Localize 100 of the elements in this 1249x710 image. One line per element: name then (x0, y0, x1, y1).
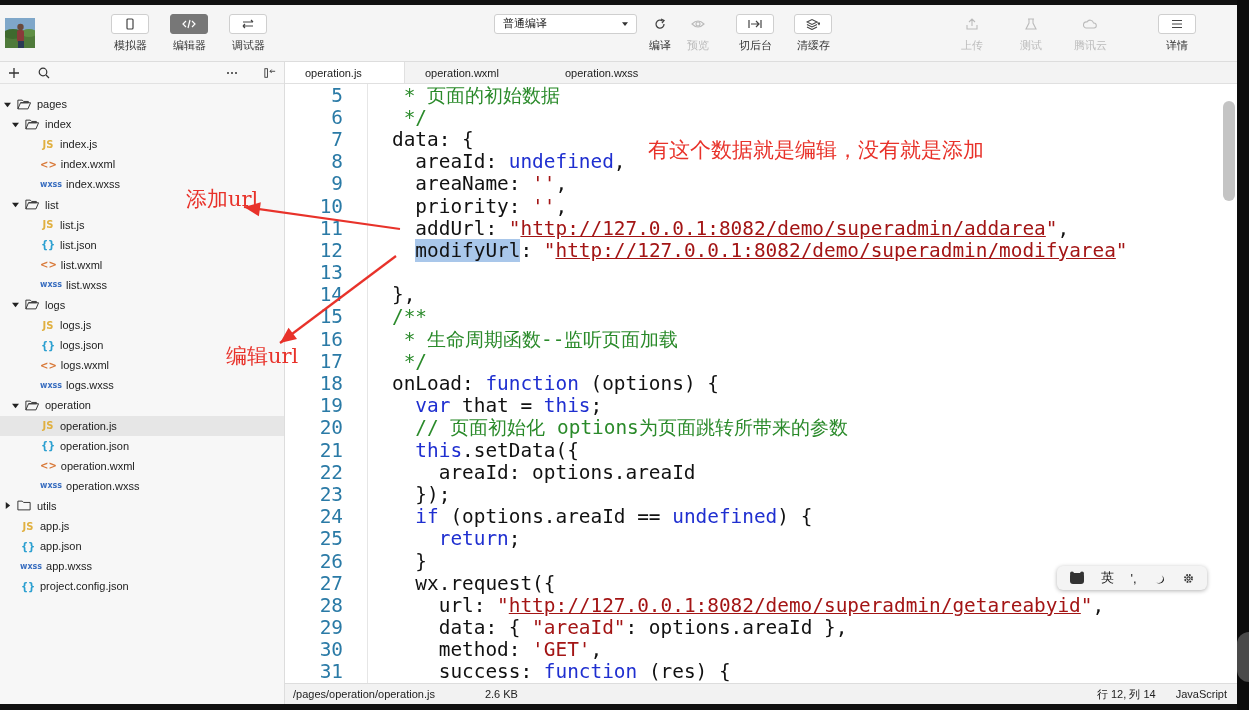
code-line: modifyUrl: "http://127.0.0.1:8082/demo/superadmin/modifyarea" (414, 238, 1128, 262)
upload-icon (965, 17, 979, 30)
file-item[interactable]: {} app.json (0, 536, 86, 557)
line-number: 26 (318, 549, 343, 573)
caret-icon (12, 401, 19, 409)
toolbar-button[interactable]: 编辑器 (164, 13, 214, 53)
file-item[interactable]: <> index.wxml (0, 154, 120, 175)
file-item[interactable]: wxss list.wxss (0, 274, 112, 295)
code-line: data: { "areaId": options.areaId }, (437, 616, 848, 640)
code-line: /** (392, 305, 428, 329)
code-line: areaId: undefined, (414, 150, 626, 174)
language-mode-toggle[interactable]: 英 (1101, 569, 1115, 587)
file-item[interactable]: JS logs.js (0, 315, 96, 336)
toolbar-button[interactable]: 调试器 (223, 13, 273, 53)
file-item[interactable]: JS app.js (0, 515, 74, 537)
settings-icon[interactable] (1181, 571, 1195, 585)
file-item[interactable]: wxss logs.wxss (0, 375, 118, 396)
caret-icon (622, 21, 628, 26)
flask-icon (1024, 17, 1038, 30)
folder-icon (17, 98, 31, 110)
collapse-panel-icon[interactable] (264, 66, 276, 79)
caret-icon (4, 100, 11, 108)
line-number: 5 (330, 83, 343, 107)
folder-item[interactable]: index (0, 114, 76, 135)
file-item[interactable]: wxss operation.wxss (0, 475, 144, 496)
folder-item[interactable]: operation (0, 395, 95, 416)
file-item[interactable]: {} project.config.json (0, 576, 133, 597)
line-number: 29 (318, 616, 343, 640)
line-number: 11 (318, 216, 343, 240)
line-number: 7 (330, 127, 343, 151)
code-line: url: "http://127.0.0.1:8082/demo/superadmin/getareabyid", (438, 593, 1105, 617)
file-item[interactable]: JS operation.js (0, 415, 284, 436)
file-item[interactable]: <> operation.wxml (0, 455, 139, 476)
eye-icon (691, 17, 705, 30)
folder-item[interactable]: list (0, 194, 63, 215)
search-icon[interactable] (38, 66, 50, 79)
line-number: 25 (318, 527, 343, 551)
line-number: 13 (318, 261, 343, 285)
file-item[interactable]: {} operation.json (0, 435, 134, 456)
line-number: 19 (318, 394, 343, 418)
caret-icon (12, 201, 19, 208)
editor-tab[interactable]: operation.js (285, 62, 405, 83)
cursor-position: 行 12, 列 14 (1096, 686, 1156, 702)
editor-tab[interactable]: operation.wxss (545, 62, 685, 83)
caret-icon (12, 120, 19, 128)
punctuation-toggle[interactable]: ', (1130, 570, 1137, 586)
language-label[interactable]: JavaScript (1175, 688, 1227, 700)
folder-icon (25, 199, 39, 210)
code-line: data: { (392, 127, 474, 151)
file-item[interactable]: wxss index.wxss (0, 174, 124, 195)
line-number: 24 (318, 505, 343, 529)
arrow-to-bar-icon (748, 17, 762, 30)
file-item[interactable]: JS index.js (0, 134, 102, 155)
folder-item[interactable]: logs (0, 294, 70, 316)
cloud-icon (1083, 17, 1097, 30)
annotation-text: 有这个数据就是编辑，没有就是添加 (648, 138, 984, 164)
caret-icon (12, 301, 19, 309)
toolbar-button[interactable]: 模拟器 (105, 13, 155, 53)
scrollbar-thumb[interactable] (1223, 101, 1235, 201)
code-line: if (options.areaId == undefined) { (414, 505, 813, 529)
code-line: }); (414, 482, 451, 506)
file-path: /pages/operation/operation.js (293, 688, 435, 700)
file-item[interactable]: {} logs.json (0, 335, 108, 356)
line-number: 18 (318, 372, 343, 396)
toolbar-button[interactable]: 详情 (1152, 13, 1202, 53)
line-number: 10 (318, 194, 343, 218)
file-item[interactable]: <> logs.wxml (0, 355, 114, 376)
folder-item[interactable]: pages (0, 94, 71, 115)
phone-icon (123, 17, 137, 30)
line-number: 21 (318, 438, 343, 462)
toolbar-button[interactable]: 清缓存 (788, 13, 838, 53)
line-number: 6 (330, 105, 343, 129)
file-item[interactable]: {} list.json (0, 234, 101, 255)
line-number: 22 (318, 460, 343, 484)
line-number: 12 (318, 238, 343, 262)
code-line: addUrl: "http://127.0.0.1:8082/demo/superadmin/addarea", (414, 216, 1070, 240)
folder-item[interactable]: utils (0, 495, 61, 516)
file-item[interactable]: wxss app.wxss (0, 556, 96, 577)
line-number: 23 (318, 482, 343, 506)
code-line: areaId: options.areaId (437, 460, 696, 484)
add-icon[interactable] (8, 66, 20, 79)
toolbar-button[interactable]: 编译 (640, 13, 680, 53)
toolbar-button[interactable]: 切后台 (730, 13, 780, 53)
code-line: onLoad: function (options) { (392, 372, 719, 396)
swap-arrows-icon (241, 17, 255, 30)
editor-tab[interactable]: operation.wxml (405, 62, 545, 83)
compile-mode-dropdown[interactable]: 普通编译 (494, 13, 637, 34)
bear-logo-icon[interactable] (1069, 571, 1086, 585)
file-item[interactable]: JS list.js (0, 214, 89, 235)
code-line: wx.request({ (414, 571, 556, 595)
file-size: 2.6 KB (484, 688, 518, 700)
line-number: 31 (318, 660, 343, 684)
line-number: 15 (318, 305, 343, 329)
refresh-icon (653, 17, 667, 30)
line-number: 8 (330, 150, 343, 174)
line-number: 9 (330, 172, 343, 196)
file-item[interactable]: <> list.wxml (0, 254, 107, 275)
code-icon (182, 17, 196, 30)
folder-icon (25, 118, 39, 130)
line-number: 20 (318, 416, 343, 440)
